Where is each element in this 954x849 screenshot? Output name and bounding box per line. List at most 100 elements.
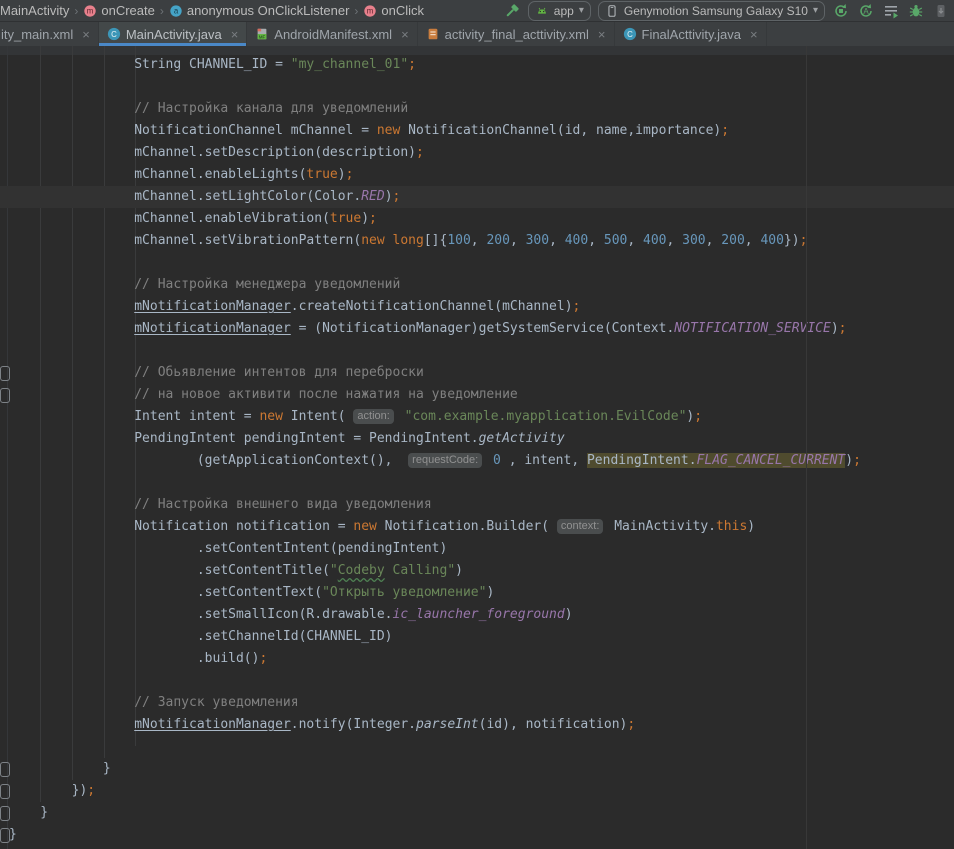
- tab-close-icon[interactable]: ×: [598, 28, 606, 41]
- code-line[interactable]: [0, 252, 954, 274]
- code-token: RED: [361, 189, 384, 204]
- code-line[interactable]: [0, 340, 954, 362]
- code-line[interactable]: mChannel.setVibrationPattern(new long[]{…: [0, 230, 954, 252]
- code-token: ): [338, 167, 346, 182]
- code-line[interactable]: .setSmallIcon(R.drawable.ic_launcher_for…: [0, 604, 954, 626]
- tab-close-icon[interactable]: ×: [231, 28, 239, 41]
- code-line[interactable]: [0, 472, 954, 494]
- code-token: }: [9, 761, 111, 776]
- code-line[interactable]: (getApplicationContext(), requestCode: 0…: [0, 450, 954, 472]
- code-line[interactable]: mNotificationManager.createNotificationC…: [0, 296, 954, 318]
- code-line[interactable]: mChannel.enableLights(true);: [0, 164, 954, 186]
- code-line[interactable]: NotificationChannel mChannel = new Notif…: [0, 120, 954, 142]
- tab-FinalActtivity.java[interactable]: C FinalActtivity.java ×: [615, 22, 767, 46]
- toolbar-right-controls: app ▾ Genymotion Samsung Galaxy S10 ▾ A: [503, 1, 954, 21]
- code-token: mChannel.setDescription(description): [9, 145, 416, 160]
- code-token: // Настройка внешнего вида уведомления: [9, 497, 432, 512]
- code-line[interactable]: // Настройка внешнего вида уведомления: [0, 494, 954, 516]
- code-token: ,: [588, 233, 604, 248]
- code-line[interactable]: .setContentText("Открыть уведомление"): [0, 582, 954, 604]
- breadcrumb-item[interactable]: aanonymous OnClickListener: [169, 3, 350, 18]
- tab-AndroidManifest.xml[interactable]: MFAndroidManifest.xml×: [247, 22, 417, 46]
- code-token: ic_launcher_foreground: [393, 607, 565, 622]
- code-line[interactable]: });: [0, 780, 954, 802]
- code-line[interactable]: mNotificationManager = (NotificationMana…: [0, 318, 954, 340]
- code-token: ): [845, 453, 853, 468]
- tab-MainActivity.java[interactable]: CMainActivity.java×: [99, 22, 247, 46]
- breadcrumb-item[interactable]: monClick: [363, 3, 424, 18]
- code-line[interactable]: mChannel.setDescription(description);: [0, 142, 954, 164]
- code-token: [485, 453, 493, 468]
- code-line[interactable]: // на новое активити после нажатия на ув…: [0, 384, 954, 406]
- fold-marker[interactable]: [0, 388, 10, 403]
- editor-tab-bar: ity_main.xml×CMainActivity.java×MFAndroi…: [0, 22, 954, 46]
- android-icon: [535, 4, 549, 18]
- tab-label: activity_final_acttivity.xml: [445, 27, 589, 42]
- code-token: "com.example.myapplication.EvilCode": [405, 409, 687, 424]
- code-line[interactable]: .setContentIntent(pendingIntent): [0, 538, 954, 560]
- code-line[interactable]: Intent intent = new Intent( action: "com…: [0, 406, 954, 428]
- build-hammer-icon[interactable]: [503, 2, 521, 20]
- code-token: // на новое активити после нажатия на ув…: [9, 387, 518, 402]
- fold-marker[interactable]: [0, 784, 10, 799]
- code-line[interactable]: .setContentTitle("Codeby Calling"): [0, 560, 954, 582]
- code-line[interactable]: PendingIntent pendingIntent = PendingInt…: [0, 428, 954, 450]
- code-token: .build(): [9, 651, 259, 666]
- code-line[interactable]: mChannel.enableVibration(true);: [0, 208, 954, 230]
- code-line[interactable]: // Настройка менеджера уведомлений: [0, 274, 954, 296]
- code-token: ): [385, 189, 393, 204]
- code-line[interactable]: .build();: [0, 648, 954, 670]
- breadcrumb-item[interactable]: monCreate: [83, 3, 154, 18]
- code-token: true: [306, 167, 337, 182]
- code-line[interactable]: // Запуск уведомления: [0, 692, 954, 714]
- code-line[interactable]: }: [0, 802, 954, 824]
- code-line[interactable]: [0, 736, 954, 758]
- code-line[interactable]: [0, 76, 954, 98]
- code-token: ;: [408, 57, 416, 72]
- profiler-icon[interactable]: [882, 2, 900, 20]
- code-token: ,: [627, 233, 643, 248]
- code-line[interactable]: }: [0, 758, 954, 780]
- code-token: .setContentText(: [9, 585, 322, 600]
- tab-label: AndroidManifest.xml: [274, 27, 392, 42]
- tab-close-icon[interactable]: ×: [82, 28, 90, 41]
- svg-text:C: C: [627, 30, 633, 39]
- code-line[interactable]: String CHANNEL_ID = "my_channel_01";: [0, 54, 954, 76]
- code-line[interactable]: // Обьявление интентов для переброски: [0, 362, 954, 384]
- breadcrumb-separator-icon: ›: [160, 4, 164, 18]
- apply-changes-restart-icon[interactable]: [832, 2, 850, 20]
- code-line[interactable]: Notification notification = new Notifica…: [0, 516, 954, 538]
- code-token: ;: [416, 145, 424, 160]
- fold-marker[interactable]: [0, 366, 10, 381]
- tab-close-icon[interactable]: ×: [401, 28, 409, 41]
- fold-marker[interactable]: [0, 806, 10, 821]
- attach-device-dim-icon[interactable]: [932, 2, 950, 20]
- tab-ity_main.xml[interactable]: ity_main.xml×: [0, 22, 99, 46]
- code-token: ,: [549, 233, 565, 248]
- code-token: ": [330, 563, 338, 578]
- code-token: // Настройка канала для уведомлений: [9, 101, 408, 116]
- code-line[interactable]: .setChannelId(CHANNEL_ID): [0, 626, 954, 648]
- fold-marker[interactable]: [0, 828, 10, 843]
- svg-text:m: m: [367, 6, 374, 15]
- code-token: ): [486, 585, 494, 600]
- code-line[interactable]: [0, 670, 954, 692]
- code-line[interactable]: }: [0, 824, 954, 846]
- debug-icon[interactable]: [907, 2, 925, 20]
- breadcrumb: MainActivity›monCreate›aanonymous OnClic…: [0, 3, 424, 18]
- tab-activity_final_acttivity.xml[interactable]: activity_final_acttivity.xml ×: [418, 22, 615, 46]
- tab-label: FinalActtivity.java: [642, 27, 741, 42]
- run-configuration-select[interactable]: app ▾: [528, 1, 591, 21]
- code-token: Intent intent =: [9, 409, 259, 424]
- code-line[interactable]: // Настройка канала для уведомлений: [0, 98, 954, 120]
- tab-close-icon[interactable]: ×: [750, 28, 758, 41]
- code-line[interactable]: mChannel.setLightColor(Color.RED);: [0, 186, 954, 208]
- fold-marker[interactable]: [0, 762, 10, 777]
- breadcrumb-item[interactable]: MainActivity: [0, 3, 69, 18]
- apply-code-changes-icon[interactable]: A: [857, 2, 875, 20]
- method-icon: m: [363, 4, 377, 18]
- device-select[interactable]: Genymotion Samsung Galaxy S10 ▾: [598, 1, 825, 21]
- code-line[interactable]: mNotificationManager.notify(Integer.pars…: [0, 714, 954, 736]
- code-token: NotificationChannel(id, name,importance): [400, 123, 721, 138]
- code-token: 100: [447, 233, 470, 248]
